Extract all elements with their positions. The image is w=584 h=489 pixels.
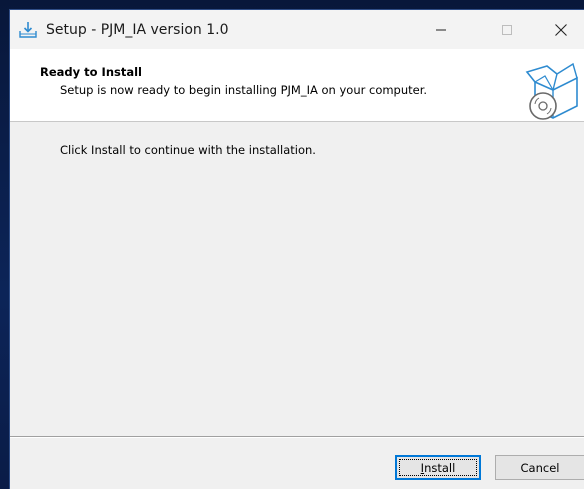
install-instruction: Click Install to continue with the insta…: [60, 143, 316, 157]
maximize-icon: [502, 24, 512, 35]
close-button[interactable]: [538, 10, 584, 49]
installer-box-icon: [525, 62, 578, 120]
window-title: Setup - PJM_IA version 1.0: [46, 22, 229, 38]
minimize-icon: [436, 29, 446, 30]
page-title: Ready to Install: [40, 65, 143, 79]
maximize-button[interactable]: [484, 10, 530, 49]
focus-rectangle: [399, 459, 477, 476]
cancel-button-label: Cancel: [520, 460, 560, 475]
setup-app-icon: [19, 22, 37, 38]
wizard-header: Ready to Install Setup is now ready to b…: [10, 49, 584, 122]
footer-divider: [10, 436, 584, 438]
cancel-button[interactable]: Cancel: [495, 455, 584, 480]
install-button[interactable]: Install: [395, 455, 481, 480]
setup-window: Setup - PJM_IA version 1.0 Ready to Inst…: [10, 10, 584, 489]
close-icon: [555, 23, 567, 36]
title-bar[interactable]: Setup - PJM_IA version 1.0: [10, 10, 584, 49]
minimize-button[interactable]: [418, 10, 464, 49]
page-subtitle: Setup is now ready to begin installing P…: [60, 83, 428, 97]
